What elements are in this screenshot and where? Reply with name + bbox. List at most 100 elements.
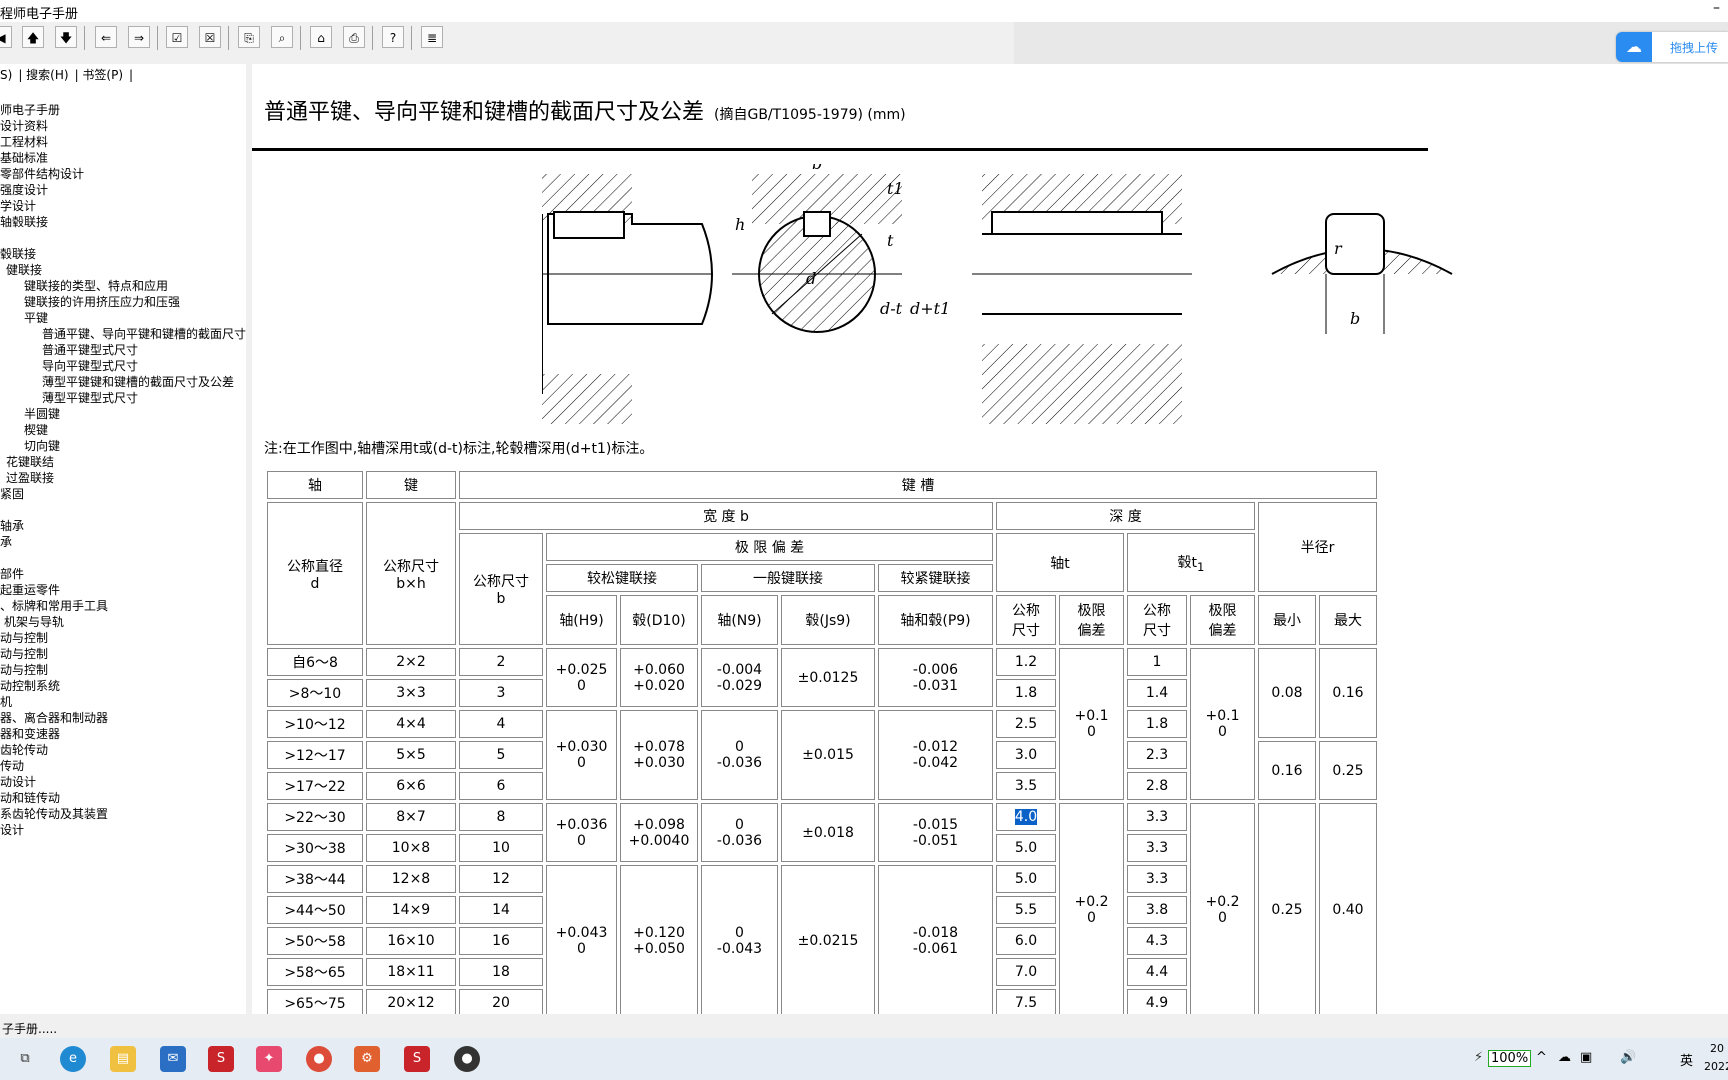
language-indicator[interactable]: 英: [1680, 1050, 1693, 1069]
selected-text[interactable]: 4.0: [1014, 809, 1038, 825]
tree-item[interactable]: 设计资料: [0, 118, 246, 134]
print-icon[interactable]: ⎙: [343, 26, 365, 48]
tree-item[interactable]: 键联接的许用挤压应力和压强: [0, 294, 246, 310]
app-icon[interactable]: ✦: [256, 1046, 282, 1072]
tree-item[interactable]: 齿轮传动: [0, 742, 246, 758]
tab-search[interactable]: 搜索(H): [26, 68, 68, 82]
table-row: 自6～8 2×2 2 +0.025 0 +0.060 +0.020 -0.004 -0.0…: [267, 648, 1377, 800]
clock-time[interactable]: 20: [1710, 1042, 1724, 1055]
home-icon[interactable]: ⌂: [310, 26, 332, 48]
chrome-icon[interactable]: ●: [306, 1046, 332, 1072]
col-hub-t1: 毂t1: [1127, 533, 1255, 592]
tab-contents[interactable]: S): [0, 68, 12, 82]
cell-diameter: >44～50: [267, 896, 363, 924]
chevron-up-icon[interactable]: ^: [1536, 1050, 1547, 1065]
plug-icon[interactable]: ⚡: [1474, 1050, 1483, 1065]
cell-n9: 0 -0.036: [701, 803, 778, 862]
tree-item[interactable]: 承: [0, 534, 246, 550]
tree-item[interactable]: 切向键: [0, 438, 246, 454]
tree-item[interactable]: 机架与导轨: [0, 614, 246, 630]
tree-item[interactable]: 键联接的类型、特点和应用: [0, 278, 246, 294]
cell-shaft-depth: 5.5: [996, 896, 1056, 924]
tree-item[interactable]: 普通平键型式尺寸: [0, 342, 246, 358]
tree-item[interactable]: 普通平键、导向平键和键槽的截面尺寸: [0, 326, 246, 342]
tree-item[interactable]: 轴毂联接: [0, 214, 246, 230]
tree-item[interactable]: 导向平键型式尺寸: [0, 358, 246, 374]
tree-item[interactable]: 半圆键: [0, 406, 246, 422]
tree-item[interactable]: 薄型平键型式尺寸: [0, 390, 246, 406]
col-t-nominal: 公称 尺寸: [996, 595, 1056, 645]
tree-item[interactable]: 设计: [0, 822, 246, 838]
cross-icon[interactable]: ☒: [199, 26, 221, 48]
tree-item[interactable]: 健联接: [0, 262, 246, 278]
up-arrow-icon[interactable]: 🡅: [22, 26, 44, 48]
upload-widget[interactable]: ☁ 拖拽上传: [1616, 32, 1728, 62]
tree-item[interactable]: 系齿轮传动及其装置: [0, 806, 246, 822]
right-arrow-icon[interactable]: ⇒: [128, 26, 150, 48]
tree-item[interactable]: 部件: [0, 566, 246, 582]
record-icon[interactable]: ●: [454, 1046, 480, 1072]
tree-item[interactable]: 师电子手册: [0, 102, 246, 118]
tree-item[interactable]: 、标牌和常用手工具: [0, 598, 246, 614]
volume-icon[interactable]: 🔊: [1620, 1050, 1636, 1065]
file-explorer-icon[interactable]: ▤: [110, 1046, 136, 1072]
upload-label[interactable]: 拖拽上传: [1670, 39, 1718, 56]
left-arrow-icon[interactable]: ⇐: [95, 26, 117, 48]
down-arrow-icon[interactable]: 🡇: [55, 26, 77, 48]
minimize-button[interactable]: –: [1713, 0, 1720, 16]
tree-item[interactable]: 毂联接: [0, 246, 246, 262]
cell-key-size: 4×4: [366, 710, 456, 738]
battery-indicator[interactable]: 100%: [1488, 1050, 1532, 1067]
edge-icon[interactable]: e: [60, 1046, 86, 1072]
tree-item[interactable]: 楔键: [0, 422, 246, 438]
cloud-tray-icon[interactable]: ☁: [1558, 1050, 1571, 1065]
tree-item[interactable]: 动和链传动: [0, 790, 246, 806]
tree-item[interactable]: 器、离合器和制动器: [0, 710, 246, 726]
cell-key-size: 6×6: [366, 772, 456, 800]
tree-item[interactable]: 动与控制: [0, 630, 246, 646]
index-icon[interactable]: ≣: [421, 26, 443, 48]
manual-app-icon[interactable]: ⚙: [354, 1046, 380, 1072]
toolbar: ◀ 🡅 🡇 ⇐ ⇒ ☑ ☒ ⎘ ⌕ ⌂ ⎙ ? ≣: [0, 22, 1014, 65]
tree-item[interactable]: 机: [0, 694, 246, 710]
copy-icon[interactable]: ⎘: [238, 26, 260, 48]
cell-hub-depth: 2.8: [1127, 772, 1187, 800]
mail-icon[interactable]: ✉: [160, 1046, 186, 1072]
tree-item[interactable]: 器和变速器: [0, 726, 246, 742]
task-view-icon[interactable]: ⧉: [12, 1046, 38, 1072]
tree-item[interactable]: 平键: [0, 310, 246, 326]
tree-item[interactable]: 基础标准: [0, 150, 246, 166]
tree-item[interactable]: 动与控制: [0, 646, 246, 662]
help-icon[interactable]: ?: [382, 26, 404, 48]
solidworks-2-icon[interactable]: S: [404, 1046, 430, 1072]
tree-item[interactable]: 传动: [0, 758, 246, 774]
find-icon[interactable]: ⌕: [271, 26, 293, 48]
tree-item[interactable]: 紧固: [0, 486, 246, 502]
cell-diameter: 自6～8: [267, 648, 363, 676]
cell-hub-depth-dev: +0.1 0: [1190, 648, 1255, 800]
back-icon[interactable]: ◀: [0, 26, 12, 48]
col-n9: 轴(N9): [701, 595, 778, 645]
tree-item[interactable]: 学设计: [0, 198, 246, 214]
cell-diameter: >17～22: [267, 772, 363, 800]
tree-item[interactable]: 花键联结: [0, 454, 246, 470]
tree-item[interactable]: 强度设计: [0, 182, 246, 198]
tree-item[interactable]: 零部件结构设计: [0, 166, 246, 182]
tree-item[interactable]: 动与控制: [0, 662, 246, 678]
tree-item[interactable]: 薄型平键键和键槽的截面尺寸及公差: [0, 374, 246, 390]
tree-item[interactable]: 起重运零件: [0, 582, 246, 598]
clock-date[interactable]: 2022: [1704, 1060, 1728, 1073]
content-vertical-scrollbar[interactable]: [1712, 64, 1728, 1014]
tree-item[interactable]: 工程材料: [0, 134, 246, 150]
cell-hub-depth: 3.3: [1127, 865, 1187, 893]
cell-rmin: 0.16: [1258, 741, 1316, 800]
drawing-note: 注:在工作图中,轴槽深用t或(d-t)标注,轮毂槽深用(d+t1)标注。: [264, 441, 654, 457]
network-icon[interactable]: ▣: [1580, 1050, 1592, 1065]
tab-bookmarks[interactable]: 书签(P): [82, 68, 123, 82]
tree-item[interactable]: 过盈联接: [0, 470, 246, 486]
tree-item[interactable]: 动控制系统: [0, 678, 246, 694]
solidworks-icon[interactable]: S: [208, 1046, 234, 1072]
tree-item[interactable]: 轴承: [0, 518, 246, 534]
check-icon[interactable]: ☑: [166, 26, 188, 48]
tree-item[interactable]: 动设计: [0, 774, 246, 790]
